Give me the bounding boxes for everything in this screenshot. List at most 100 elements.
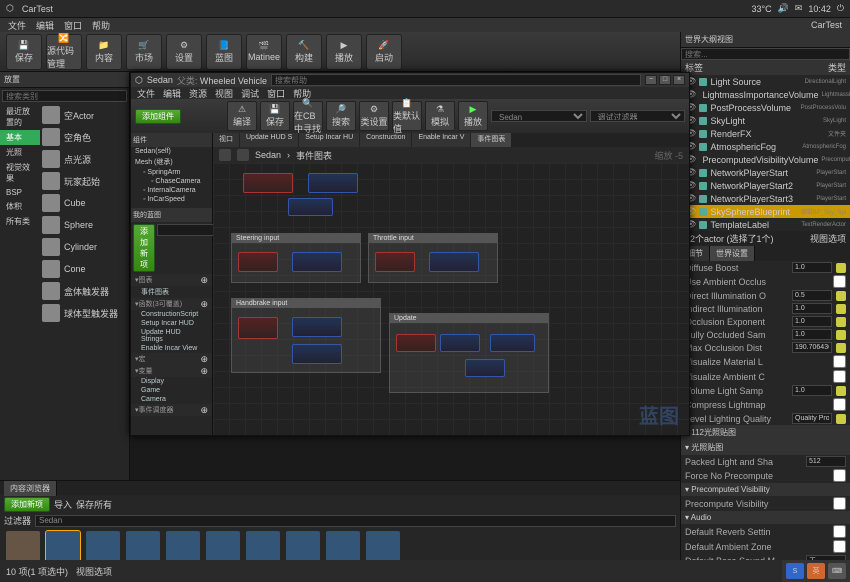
bp-graph-tab[interactable]: Update HUD S [240,133,298,147]
component-item[interactable]: ◦ ChaseCamera [131,177,212,186]
reset-icon[interactable] [836,343,846,353]
bp-comment-steering[interactable]: Steering input [231,233,361,283]
bp-graph-tab[interactable]: Construction [360,133,411,147]
mesh-item[interactable]: 空角色 [40,126,129,148]
bp-menu-file[interactable]: 文件 [137,87,155,100]
bp-titlebar[interactable]: ⬡ Sedan 父类: Wheeled Vehicle − □ × [131,73,689,87]
mesh-item[interactable]: 玩家起始 [40,170,129,192]
prop-checkbox[interactable] [833,525,846,538]
reset-icon[interactable] [836,304,846,314]
prop-input[interactable] [792,413,832,424]
cb-add-new-button[interactable]: 添加新项 [4,497,50,512]
outliner-row[interactable]: 👁LightmassImportanceVolumeLightmassImpor… [681,88,850,101]
bp-save-button[interactable]: 💾保存 [260,101,290,131]
prop-checkbox[interactable] [833,497,846,510]
bp-comment-handbrake[interactable]: Handbrake input [231,298,381,373]
cb-view-options[interactable]: 视图选项 [76,565,112,578]
bp-graph-tab[interactable]: 事件图表 [471,133,511,147]
cat-all[interactable]: 所有类 [0,214,40,229]
outliner-row[interactable]: 👁Light SourceDirectionalLight [681,75,850,88]
cb-filters-button[interactable]: 过滤器 [4,514,31,527]
outliner-row[interactable]: 👁AtmosphericFogAtmosphericFog [681,140,850,153]
prop-checkbox[interactable] [833,370,846,383]
tray-icon[interactable]: ✉ [795,3,803,14]
menu-window[interactable]: 窗口 [64,19,82,32]
reset-icon[interactable] [836,263,846,273]
bp-node[interactable] [292,317,342,337]
outliner-row[interactable]: 👁TemplateLabelTextRenderActor [681,218,850,231]
bp-node[interactable] [429,252,479,272]
bp-node[interactable] [238,252,278,272]
mesh-item[interactable]: Cube [40,192,129,214]
prop-checkbox[interactable] [833,469,846,482]
mesh-item[interactable]: 球体型触发器 [40,302,129,324]
bp-node[interactable] [238,317,278,339]
bp-node[interactable] [440,334,480,352]
bp-item[interactable]: ConstructionScript [131,310,212,319]
prop-checkbox[interactable] [833,540,846,553]
component-item[interactable]: Mesh (继承) [131,156,212,168]
section-header[interactable]: ▾ Precomputed Visibility [681,483,850,496]
outliner-row[interactable]: 👁SkyLightSkyLight [681,114,850,127]
reset-icon[interactable] [836,414,846,424]
tray-app-icon[interactable]: 英 [807,563,825,579]
tool-save[interactable]: 💾保存 [6,34,42,70]
cb-save-all-button[interactable]: 保存所有 [76,498,112,511]
bp-category[interactable]: ▾宏⊕ [131,353,212,365]
bp-menu-view[interactable]: 视图 [215,87,233,100]
outliner-view-opts[interactable]: 视图选项 [810,232,846,245]
mesh-item[interactable]: 盒体触发器 [40,280,129,302]
bp-item[interactable]: Display [131,377,212,386]
prop-input[interactable] [792,303,832,314]
bp-help-search[interactable] [271,74,641,86]
cb-tab[interactable]: 内容浏览器 [4,481,57,496]
bp-item[interactable]: Camera [131,395,212,404]
bp-graph-tab[interactable]: Enable Incar V [412,133,470,147]
bp-node[interactable] [490,334,535,352]
bp-item[interactable]: 事件图表 [131,286,212,298]
tab-world-settings[interactable]: 世界设置 [710,246,755,261]
component-item[interactable]: Sedan(self) [131,147,212,156]
bp-find-button[interactable]: 🔍在CB中寻找 [293,101,323,131]
bp-node[interactable] [396,334,436,352]
bp-node[interactable] [292,344,342,364]
bp-maximize-button[interactable]: □ [659,75,671,85]
tool-launch[interactable]: 🚀启动 [366,34,402,70]
tray-app-icon[interactable]: ⌨ [828,563,846,579]
bp-menu-window[interactable]: 窗口 [267,87,285,100]
prop-checkbox[interactable] [833,398,846,411]
bp-comment-throttle[interactable]: Throttle input [368,233,498,283]
reset-icon[interactable] [836,291,846,301]
bp-node[interactable] [243,173,293,193]
bp-node[interactable] [308,173,358,193]
component-item[interactable]: ◦ SpringArm [131,168,212,177]
tool-market[interactable]: 🛒市场 [126,34,162,70]
bp-node[interactable] [375,252,415,272]
outliner-row[interactable]: 👁SkySphereBlueprint编辑BP_Sky_Spl [681,205,850,218]
tool-blueprints[interactable]: 📘蓝图 [206,34,242,70]
mesh-item[interactable]: 点光源 [40,148,129,170]
tool-matinee[interactable]: 🎬Matinee [246,34,282,70]
outliner-search-input[interactable] [681,48,850,60]
bp-graph-canvas[interactable]: Steering input Throttle input Handbrake … [213,163,689,435]
tool-content[interactable]: 📁内容 [86,34,122,70]
prop-input[interactable] [806,456,846,467]
outliner-row[interactable]: 👁PostProcessVolumePostProcessVolu [681,101,850,114]
bp-graph-tab[interactable]: Setup Incar HU [299,133,359,147]
outliner-row[interactable]: 👁NetworkPlayerStart2PlayerStart [681,179,850,192]
mesh-item[interactable]: Cylinder [40,236,129,258]
bp-simulate-button[interactable]: ⚗模拟 [425,101,455,131]
outliner-row[interactable]: 👁NetworkPlayerStartPlayerStart [681,166,850,179]
tool-play[interactable]: ▶播放 [326,34,362,70]
cat-lights[interactable]: 光照 [0,145,40,160]
cb-search-input[interactable] [35,515,676,527]
bp-item[interactable]: Game [131,386,212,395]
section-lightmap[interactable]: ▸ 112光照贴图 [681,425,850,440]
prop-input[interactable] [792,262,832,273]
mesh-item[interactable]: 空Actor [40,104,129,126]
power-icon[interactable]: ⏻ [837,3,844,14]
crumb-class[interactable]: Sedan [255,150,281,160]
cat-bsp[interactable]: BSP [0,186,40,199]
bp-node[interactable] [288,198,333,216]
prop-input[interactable] [792,342,832,353]
